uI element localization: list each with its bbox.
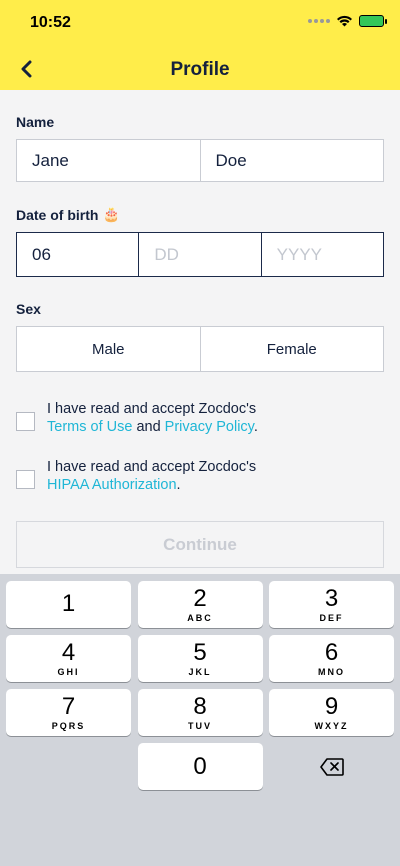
continue-button[interactable]: Continue xyxy=(16,521,384,568)
terms-of-use-link[interactable]: Terms of Use xyxy=(47,419,132,435)
dob-label-text: Date of birth xyxy=(16,206,99,223)
delete-key[interactable] xyxy=(269,743,394,790)
key-5[interactable]: 5 JKL xyxy=(137,635,263,682)
hipaa-row: I have read and accept Zocdoc's HIPAA Au… xyxy=(16,458,384,494)
profile-form: Name Jane Doe Date of birth 🎂 06 DD YYYY… xyxy=(0,114,400,568)
key-letters: PQRS xyxy=(51,720,86,731)
status-icons xyxy=(308,15,387,27)
key-number: 8 xyxy=(193,692,207,720)
terms-period: . xyxy=(253,419,258,435)
terms-and: and xyxy=(132,419,165,435)
keypad-row: 7 PQRS 8 TUV 9 WXYZ xyxy=(0,689,400,736)
key-8[interactable]: 8 TUV xyxy=(137,689,263,736)
terms-checkbox[interactable] xyxy=(16,412,35,431)
female-option[interactable]: Female xyxy=(200,326,384,372)
key-number: 5 xyxy=(193,638,207,666)
keypad-row: 4 GHI 5 JKL 6 MNO xyxy=(0,635,400,682)
key-3[interactable]: 3 DEF xyxy=(269,581,394,628)
hipaa-text: I have read and accept Zocdoc's HIPAA Au… xyxy=(47,458,256,494)
sex-label: Sex xyxy=(16,301,384,317)
dob-row: 06 DD YYYY xyxy=(16,232,384,277)
cake-icon: 🎂 xyxy=(102,206,120,222)
key-1[interactable]: 1 xyxy=(6,581,131,628)
nav-bar: Profile xyxy=(0,52,400,88)
key-letters: MNO xyxy=(318,666,345,677)
key-number: 3 xyxy=(324,584,339,612)
key-7[interactable]: 7 PQRS xyxy=(6,689,131,736)
name-label-text: Name xyxy=(16,114,55,130)
key-9[interactable]: 9 WXYZ xyxy=(269,689,394,736)
key-4[interactable]: 4 GHI xyxy=(6,635,131,682)
name-label: Name xyxy=(16,114,384,130)
keypad-row: 1 2 ABC 3 DEF xyxy=(0,581,400,628)
backspace-icon xyxy=(319,757,344,776)
key-number: 0 xyxy=(193,752,207,780)
key-letters: ABC xyxy=(187,612,213,623)
privacy-policy-link[interactable]: Privacy Policy xyxy=(165,419,254,435)
hipaa-checkbox[interactable] xyxy=(16,470,35,489)
key-number: 7 xyxy=(61,692,76,720)
status-bar: 10:52 xyxy=(0,0,400,44)
sex-label-text: Sex xyxy=(16,301,41,317)
dob-year-field[interactable]: YYYY xyxy=(260,233,383,276)
key-6[interactable]: 6 MNO xyxy=(269,635,394,682)
keypad-row: 0 xyxy=(0,743,400,790)
key-letters: JKL xyxy=(188,666,212,677)
back-button[interactable] xyxy=(14,54,38,84)
dob-day-field[interactable]: DD xyxy=(138,233,260,276)
key-number: 2 xyxy=(193,584,207,612)
key-0[interactable]: 0 xyxy=(137,743,263,790)
status-time: 10:52 xyxy=(30,14,71,31)
sex-selector: Male Female xyxy=(16,326,384,372)
page-title: Profile xyxy=(170,59,230,80)
chevron-left-icon xyxy=(21,60,32,78)
hipaa-period: . xyxy=(176,477,181,493)
hipaa-line: I have read and accept Zocdoc's xyxy=(47,459,257,475)
key-letters: GHI xyxy=(57,666,80,677)
key-number: 4 xyxy=(61,638,76,666)
battery-icon xyxy=(359,15,387,27)
name-row: Jane Doe xyxy=(16,139,384,182)
header: 10:52 Profile xyxy=(0,0,400,90)
key-letters: TUV xyxy=(188,720,212,731)
key-letters: WXYZ xyxy=(314,720,349,731)
first-name-field[interactable]: Jane xyxy=(16,139,201,182)
key-number: 9 xyxy=(324,692,339,720)
terms-row: I have read and accept Zocdoc's Terms of… xyxy=(16,400,384,436)
key-number: 6 xyxy=(324,638,339,666)
key-letters: DEF xyxy=(319,612,344,623)
signal-icon xyxy=(308,19,330,23)
dob-label: Date of birth 🎂 xyxy=(16,206,384,223)
dob-month-field[interactable]: 06 xyxy=(17,233,138,276)
male-option[interactable]: Male xyxy=(16,326,201,372)
hipaa-link[interactable]: HIPAA Authorization xyxy=(47,477,177,493)
keypad-spacer xyxy=(6,743,131,790)
terms-line: I have read and accept Zocdoc's xyxy=(47,401,257,417)
numeric-keypad: 1 2 ABC 3 DEF 4 GHI 5 JKL 6 MNO 7 PQRS 8 TUV 9W… xyxy=(0,574,400,866)
key-number: 1 xyxy=(61,589,76,617)
last-name-field[interactable]: Doe xyxy=(200,139,384,182)
wifi-icon xyxy=(337,15,352,27)
key-2[interactable]: 2 ABC xyxy=(137,581,263,628)
terms-text: I have read and accept Zocdoc's Terms of… xyxy=(47,400,258,436)
